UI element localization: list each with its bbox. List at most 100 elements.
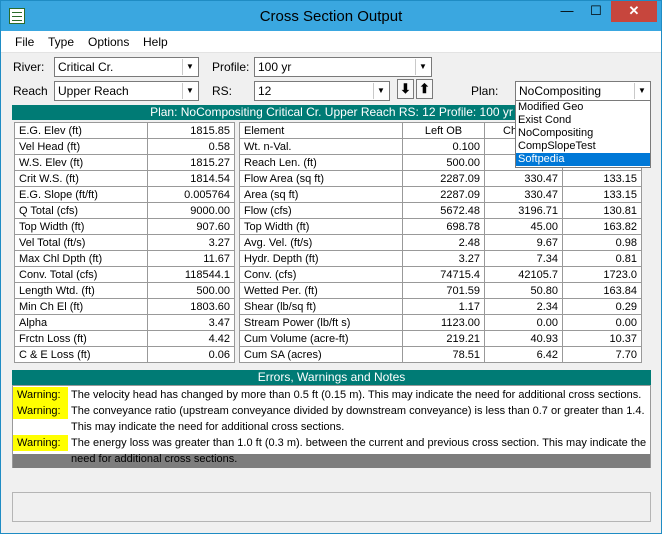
warning-text: This may indicate the need for additiona… [71, 421, 345, 433]
cell-value[interactable]: 2.34 [484, 298, 563, 315]
cell-value[interactable]: 78.51 [402, 346, 485, 363]
row-value[interactable]: 0.58 [147, 138, 235, 155]
cell-value[interactable]: 1123.00 [402, 314, 485, 331]
cell-value[interactable]: 42105.7 [484, 266, 563, 283]
cell-value[interactable]: 9.67 [484, 234, 563, 251]
cell-value[interactable]: 130.81 [562, 202, 642, 219]
cell-value[interactable]: 10.37 [562, 330, 642, 347]
cell-value[interactable]: 3196.71 [484, 202, 563, 219]
warning-text: The energy loss was greater than 1.0 ft … [71, 437, 647, 449]
cell-value[interactable]: 330.47 [484, 186, 563, 203]
cell-value[interactable]: 133.15 [562, 170, 642, 187]
plan-label: Plan: [471, 84, 499, 98]
cell-value[interactable]: 50.80 [484, 282, 563, 299]
cell-value[interactable]: 0.100 [402, 138, 485, 155]
menu-type[interactable]: Type [48, 35, 74, 49]
cell-value[interactable]: 0.00 [484, 314, 563, 331]
chevron-down-icon[interactable]: ▼ [634, 83, 649, 99]
table-row: E.G. Slope (ft/ft) 0.005764 [14, 186, 235, 203]
errors-title: Errors, Warnings and Notes [257, 370, 406, 384]
chevron-down-icon[interactable]: ▼ [415, 59, 430, 75]
menu-options[interactable]: Options [88, 35, 129, 49]
table-row: Q Total (cfs) 9000.00 [14, 202, 235, 219]
rs-up-arrow-button[interactable]: ⬆ [416, 79, 433, 99]
cell-value[interactable]: 7.70 [562, 346, 642, 363]
table-row: Vel Total (ft/s) 3.27 [14, 234, 235, 251]
plan-select[interactable]: NoCompositing ▼ [515, 81, 651, 101]
cell-value[interactable]: 163.82 [562, 218, 642, 235]
row-value[interactable]: 1814.54 [147, 170, 235, 187]
cell-value[interactable]: 163.84 [562, 282, 642, 299]
cell-value[interactable]: 500.00 [402, 154, 485, 171]
cell-value[interactable]: 40.93 [484, 330, 563, 347]
plan-option[interactable]: Softpedia [516, 153, 650, 166]
maximize-button[interactable]: ☐ [582, 1, 610, 22]
river-select[interactable]: Critical Cr. ▼ [54, 57, 199, 77]
cell-value[interactable]: 330.47 [484, 170, 563, 187]
row-value[interactable]: 3.27 [147, 234, 235, 251]
cell-value[interactable]: 2287.09 [402, 170, 485, 187]
plan-option[interactable]: NoCompositing [516, 127, 650, 140]
cell-value[interactable]: 1.17 [402, 298, 485, 315]
warning-label [13, 451, 68, 467]
cell-value[interactable]: 698.78 [402, 218, 485, 235]
row-label: Min Ch El (ft) [14, 298, 148, 315]
row-label: Wt. n-Val. [239, 138, 403, 155]
profile-value: 100 yr [258, 60, 292, 74]
cell-value[interactable]: 219.21 [402, 330, 485, 347]
plan-option[interactable]: Exist Cond [516, 114, 650, 127]
row-value[interactable]: 907.60 [147, 218, 235, 235]
chevron-down-icon[interactable]: ▼ [182, 59, 197, 75]
row-value[interactable]: 1815.85 [147, 122, 235, 139]
table-row: Max Chl Dpth (ft) 11.67 [14, 250, 235, 267]
row-value[interactable]: 1803.60 [147, 298, 235, 315]
profile-select[interactable]: 100 yr ▼ [254, 57, 432, 77]
row-value[interactable]: 3.47 [147, 314, 235, 331]
chevron-down-icon[interactable]: ▼ [373, 83, 388, 99]
row-value[interactable]: 118544.1 [147, 266, 235, 283]
cell-value[interactable]: 701.59 [402, 282, 485, 299]
plan-dropdown-list[interactable]: Modified Geo Exist Cond NoCompositing CompS… [515, 100, 651, 168]
row-value[interactable]: 500.00 [147, 282, 235, 299]
rs-down-arrow-button[interactable]: ⬇ [397, 79, 414, 99]
cell-value[interactable]: 45.00 [484, 218, 563, 235]
row-value[interactable]: 9000.00 [147, 202, 235, 219]
chevron-down-icon[interactable]: ▼ [182, 83, 197, 99]
cell-value[interactable]: 5672.48 [402, 202, 485, 219]
reach-select[interactable]: Upper Reach ▼ [54, 81, 199, 101]
cell-value[interactable]: 0.00 [562, 314, 642, 331]
cell-value[interactable]: 2.48 [402, 234, 485, 251]
rs-label: RS: [212, 84, 233, 98]
reach-value: Upper Reach [58, 84, 129, 98]
row-value[interactable]: 1815.27 [147, 154, 235, 171]
cell-value[interactable]: 74715.4 [402, 266, 485, 283]
row-value[interactable]: 11.67 [147, 250, 235, 267]
cell-value[interactable]: 3.27 [402, 250, 485, 267]
table-row: Vel Head (ft) 0.58 [14, 138, 235, 155]
table-row: Cum SA (acres) 78.51 6.42 7.70 [239, 346, 642, 363]
cell-value[interactable]: 0.29 [562, 298, 642, 315]
plan-option[interactable]: CompSlopeTest [516, 140, 650, 153]
row-value[interactable]: 0.06 [147, 346, 235, 363]
column-header: Left OB [402, 122, 485, 139]
table-row: E.G. Elev (ft) 1815.85 [14, 122, 235, 139]
cell-value[interactable]: 133.15 [562, 186, 642, 203]
menu-help[interactable]: Help [143, 35, 168, 49]
minimize-button[interactable]: — [553, 1, 581, 22]
cell-value[interactable]: 1723.0 [562, 266, 642, 283]
cell-value[interactable]: 7.34 [484, 250, 563, 267]
row-value[interactable]: 0.005764 [147, 186, 235, 203]
cell-value[interactable]: 6.42 [484, 346, 563, 363]
title-bar[interactable]: Cross Section Output — ☐ ✕ [1, 1, 661, 31]
cell-value[interactable]: 0.98 [562, 234, 642, 251]
status-bar [12, 492, 651, 522]
cell-value[interactable]: 0.81 [562, 250, 642, 267]
cell-value[interactable]: 2287.09 [402, 186, 485, 203]
menu-file[interactable]: File [15, 35, 34, 49]
row-value[interactable]: 4.42 [147, 330, 235, 347]
rs-select[interactable]: 12 ▼ [254, 81, 390, 101]
row-label: Flow (cfs) [239, 202, 403, 219]
plan-option[interactable]: Modified Geo [516, 101, 650, 114]
close-button[interactable]: ✕ [611, 1, 657, 22]
table-row: Flow Area (sq ft) 2287.09 330.47 133.15 [239, 170, 642, 187]
